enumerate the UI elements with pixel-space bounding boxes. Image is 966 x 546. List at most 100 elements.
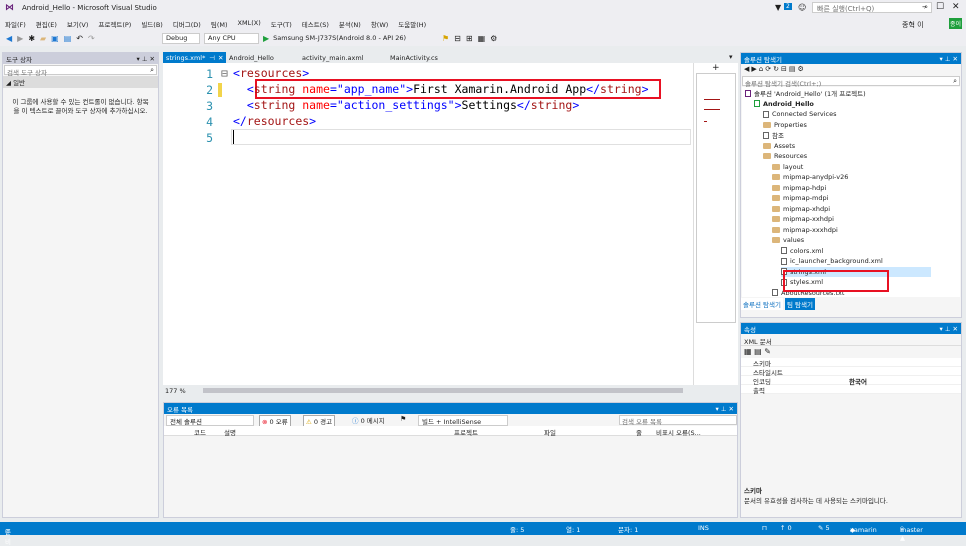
col-project[interactable]: 프로젝트	[454, 427, 478, 437]
property-pages-icon[interactable]: ✎	[764, 347, 771, 356]
solution-search-input[interactable]: 솔루션 탐색기 검색(Ctrl+;) ⌕	[742, 76, 960, 88]
property-row[interactable]: 인코딩 한국어	[741, 376, 961, 386]
build-dropdown[interactable]: 빌드 + IntelliSense	[418, 415, 508, 426]
menu-item[interactable]: XML(X)	[238, 19, 261, 29]
property-row[interactable]: 스타일시트	[741, 367, 961, 377]
tree-item[interactable]: ic_launcher_background.xml	[781, 256, 883, 266]
platform-dropdown[interactable]: Any CPU	[204, 32, 259, 44]
undo-icon[interactable]: ↶	[76, 34, 83, 43]
tree-item[interactable]: mipmap-mdpi	[772, 193, 828, 203]
col-suppression[interactable]: 비표시 오류(S...	[656, 427, 701, 437]
fold-icon[interactable]: ⊟	[221, 66, 228, 80]
code-line[interactable]: ⊟ <resources>	[221, 66, 309, 80]
settings-icon[interactable]: ⚙	[490, 34, 497, 43]
menu-item[interactable]: 빌드(B)	[141, 19, 163, 29]
tree-item[interactable]: Assets	[763, 141, 795, 151]
menu-item[interactable]: 디버그(D)	[173, 19, 201, 29]
menu-item[interactable]: 팀(M)	[211, 19, 228, 29]
menu-item[interactable]: 편집(E)	[36, 19, 57, 29]
error-search-input[interactable]: 검색 오류 목록	[619, 415, 737, 426]
menu-item[interactable]: 테스트(S)	[302, 19, 329, 29]
redo-icon[interactable]: ↷	[88, 34, 95, 43]
push-count[interactable]: ↑ 0	[780, 524, 792, 532]
tree-item[interactable]: Connected Services	[763, 109, 836, 119]
pin-icon[interactable]: ▾ ⊥ ✕	[136, 55, 155, 63]
tree-item[interactable]: layout	[772, 162, 803, 172]
tree-item[interactable]: Properties	[763, 120, 807, 130]
save-all-icon[interactable]: ▤	[64, 34, 72, 43]
tab-activity-main[interactable]: activity_main.axml	[299, 52, 366, 63]
filter-icon[interactable]: ⚑	[400, 415, 406, 423]
tree-item[interactable]: mipmap-xhdpi	[772, 204, 830, 214]
pin-icon[interactable]: ▾ ⊥ ✕	[939, 325, 958, 333]
device-dropdown[interactable]: Samsung SM-J737S(Android 8.0 - API 26)	[273, 34, 406, 42]
open-icon[interactable]: ▰	[40, 34, 46, 43]
xamarin-icon[interactable]: ⚑	[442, 34, 449, 43]
code-line[interactable]: <string name="app_name">First Xamarin.An…	[233, 82, 649, 96]
close-icon[interactable]: ✕	[218, 54, 223, 62]
editor-hscroll[interactable]: 177 %	[163, 385, 738, 396]
start-icon[interactable]: ▶	[263, 34, 269, 43]
refresh-icon[interactable]: ↻	[773, 65, 781, 73]
config-dropdown[interactable]: Debug	[162, 32, 200, 44]
zoom-level[interactable]: 177 %	[165, 387, 186, 395]
menu-item[interactable]: 창(W)	[371, 19, 388, 29]
tree-item[interactable]: Android_Hello	[754, 99, 814, 109]
feedback-icon[interactable]: ☺	[798, 3, 806, 12]
notification-icon[interactable]: ▼	[775, 3, 781, 12]
col-code[interactable]: 코드	[194, 427, 206, 437]
tab-android-hello[interactable]: Android_Hello	[226, 52, 277, 63]
tree-item[interactable]: values	[772, 235, 804, 245]
forward-icon[interactable]: ▶	[17, 34, 23, 43]
scope-dropdown[interactable]: 전체 솔루션	[166, 415, 254, 426]
property-row[interactable]: 스키마	[741, 358, 961, 368]
messages-filter[interactable]: ⓘ 0 메시지	[350, 415, 387, 425]
pin-icon[interactable]: ▾ ⊥ ✕	[715, 405, 734, 413]
maximize-button[interactable]: ☐	[936, 2, 944, 12]
tree-item[interactable]: colors.xml	[781, 246, 823, 256]
user-badge[interactable]: 종이	[949, 18, 963, 29]
new-project-icon[interactable]: ✱	[28, 34, 35, 43]
menu-item[interactable]: 프로젝트(P)	[98, 19, 131, 29]
menu-item[interactable]: 보기(V)	[67, 19, 88, 29]
menu-item[interactable]: 분석(N)	[339, 19, 361, 29]
property-row[interactable]: 출력	[741, 385, 961, 395]
publish-icon[interactable]: ⊓	[762, 524, 767, 532]
tab-solution-explorer[interactable]: 솔루션 탐색기	[741, 298, 783, 310]
tree-item[interactable]: mipmap-hdpi	[772, 183, 826, 193]
scrollbar-thumb[interactable]	[203, 388, 683, 393]
device-manager-icon[interactable]: ⊞	[466, 34, 473, 43]
menu-item[interactable]: 파일(F)	[5, 19, 26, 29]
tree-item[interactable]: mipmap-anydpi-v26	[772, 172, 848, 182]
code-line[interactable]: </resources>	[233, 114, 316, 128]
col-desc[interactable]: 설명	[224, 427, 236, 437]
menu-item[interactable]: 도움말(H)	[398, 19, 426, 29]
sync-icon[interactable]: ⟳	[765, 65, 773, 73]
collapse-icon[interactable]: ⊟	[781, 65, 789, 73]
minimize-button[interactable]: –	[922, 2, 927, 12]
tab-overflow-icon[interactable]: ▾	[729, 53, 733, 61]
tree-item[interactable]: 참조	[763, 130, 784, 140]
save-icon[interactable]: ▣	[51, 34, 59, 43]
monitor-icon[interactable]: ▦	[478, 34, 486, 43]
menu-item[interactable]: 도구(T)	[271, 19, 292, 29]
categorized-icon[interactable]: ▦	[744, 347, 752, 356]
minimap[interactable]: +	[693, 63, 738, 385]
tab-mainactivity[interactable]: MainActivity.cs	[387, 52, 441, 63]
pin-icon[interactable]: ⊣	[209, 54, 215, 62]
user-name[interactable]: 종혁 이	[902, 20, 924, 30]
close-button[interactable]: ✕	[952, 2, 960, 12]
toolbox-search-input[interactable]: 검색 도구 상자 ⌕	[4, 65, 157, 77]
object-selector[interactable]: XML 문서	[741, 334, 961, 346]
tree-item[interactable]: 솔루션 'Android_Hello' (1개 프로젝트)	[745, 88, 866, 98]
col-line[interactable]: 줄	[636, 427, 642, 437]
tree-item[interactable]: mipmap-xxhdpi	[772, 214, 834, 224]
properties-icon[interactable]: ⚙	[797, 65, 805, 73]
alphabetical-icon[interactable]: ▤	[754, 347, 762, 356]
code-editor[interactable]: 1 2 3 4 5 ⊟ <resources> <string name="app_name…	[163, 63, 693, 385]
tab-team-explorer[interactable]: 팀 탐색기	[785, 298, 815, 310]
code-line[interactable]	[233, 130, 234, 147]
back-icon[interactable]: ◀▶	[744, 65, 759, 73]
tool-icon[interactable]: ⊟	[454, 34, 461, 43]
back-icon[interactable]: ◀	[6, 34, 12, 43]
